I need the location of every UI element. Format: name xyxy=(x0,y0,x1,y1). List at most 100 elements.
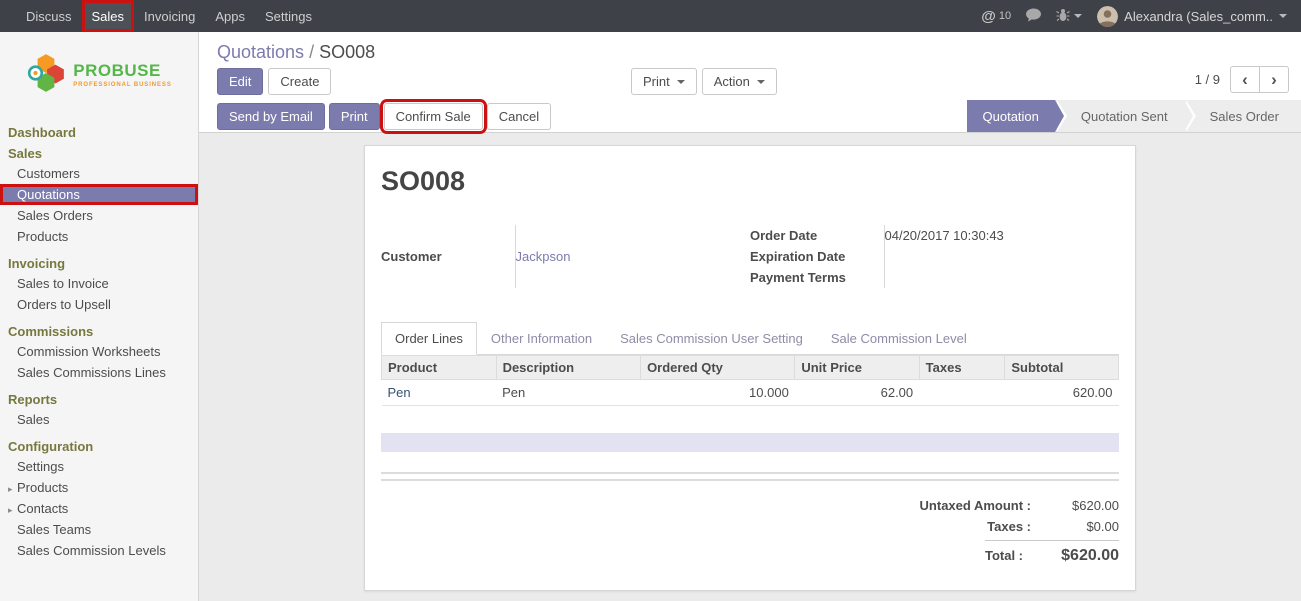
total-row: Total : $620.00 xyxy=(985,540,1119,566)
taxes-value: $0.00 xyxy=(1031,516,1119,537)
user-name-label: Alexandra (Sales_comm.. xyxy=(1124,9,1273,24)
status-sales-order[interactable]: Sales Order xyxy=(1184,100,1301,132)
separator-line xyxy=(381,472,1119,474)
chevron-right-icon: ▸ xyxy=(8,484,17,495)
notebook: Order Lines Other Information Sales Comm… xyxy=(381,322,1119,566)
cell-ordered-qty: 10.000 xyxy=(641,380,795,406)
sidebar-section-invoicing[interactable]: Invoicing xyxy=(0,252,198,273)
topbar-menu-settings[interactable]: Settings xyxy=(255,0,322,32)
topbar-menu-sales[interactable]: Sales xyxy=(82,0,135,32)
sidebar-section-sales[interactable]: Sales xyxy=(0,142,198,163)
debug-menu[interactable] xyxy=(1056,8,1082,25)
sidebar-item-sales-to-invoice[interactable]: Sales to Invoice xyxy=(0,273,198,294)
action-dropdown-button[interactable]: Action xyxy=(702,68,777,95)
print-button[interactable]: Print xyxy=(329,103,380,130)
send-by-email-button[interactable]: Send by Email xyxy=(217,103,325,130)
sidebar-item-dashboard[interactable]: Dashboard xyxy=(0,121,198,142)
main-panel: Quotations / SO008 Edit Create Print Act… xyxy=(199,32,1301,601)
activity-at-icon: @ xyxy=(981,8,996,25)
sidebar-item-sales-teams[interactable]: Sales Teams xyxy=(0,519,198,540)
taxes-label: Taxes : xyxy=(987,516,1031,537)
sidebar-item-sales-commission-levels[interactable]: Sales Commission Levels xyxy=(0,540,198,561)
topbar-systray: @ 10 xyxy=(981,0,1301,32)
app-sidebar: PROBUSE PROFESSIONAL BUSINESS Dashboard … xyxy=(0,32,199,601)
activity-menu[interactable]: @ 10 xyxy=(981,8,1011,25)
total-label: Total : xyxy=(985,545,1023,566)
notes-field-row xyxy=(381,433,1119,452)
sidebar-item-sales-orders[interactable]: Sales Orders xyxy=(0,205,198,226)
sidebar-section-configuration[interactable]: Configuration xyxy=(0,435,198,456)
messages-menu[interactable] xyxy=(1026,8,1041,25)
tab-order-lines[interactable]: Order Lines xyxy=(381,322,477,355)
confirm-sale-button[interactable]: Confirm Sale xyxy=(384,103,483,130)
sidebar-menu: Dashboard Sales Customers Quotations Sal… xyxy=(0,113,198,561)
tab-sale-commission-level[interactable]: Sale Commission Level xyxy=(817,322,981,355)
column-header-ordered-qty: Ordered Qty xyxy=(641,356,795,380)
sidebar-item-customers[interactable]: Customers xyxy=(0,163,198,184)
action-buttons: Print Action xyxy=(631,68,777,95)
payment-terms-value xyxy=(884,267,1119,288)
untaxed-amount-row: Untaxed Amount : $620.00 xyxy=(920,495,1119,516)
cell-product: Pen xyxy=(382,380,497,406)
caret-down-icon xyxy=(757,80,765,84)
cancel-button[interactable]: Cancel xyxy=(487,103,551,130)
document-sheet: SO008 Customer Jackpson Order Date 04/20… xyxy=(364,145,1136,591)
customer-value-link[interactable]: Jackpson xyxy=(515,225,750,288)
caret-down-icon xyxy=(1074,14,1082,18)
sidebar-item-sales-report[interactable]: Sales xyxy=(0,409,198,430)
bug-icon xyxy=(1056,8,1070,25)
column-header-taxes: Taxes xyxy=(919,356,1005,380)
sidebar-item-quotations[interactable]: Quotations xyxy=(0,184,198,205)
breadcrumb-current: SO008 xyxy=(319,42,375,62)
column-header-subtotal: Subtotal xyxy=(1005,356,1119,380)
record-buttons: Edit Create xyxy=(217,68,331,95)
breadcrumb-quotations-link[interactable]: Quotations xyxy=(217,42,304,62)
pager-counter: 1 / 9 xyxy=(1195,72,1220,87)
untaxed-amount-label: Untaxed Amount : xyxy=(920,495,1031,516)
edit-button[interactable]: Edit xyxy=(217,68,263,95)
cell-unit-price: 62.00 xyxy=(795,380,919,406)
user-menu[interactable]: Alexandra (Sales_comm.. xyxy=(1097,6,1287,27)
cell-description: Pen xyxy=(496,380,641,406)
separator-line xyxy=(381,479,1119,481)
sidebar-item-products[interactable]: Products xyxy=(0,226,198,247)
payment-terms-label: Payment Terms xyxy=(750,267,884,288)
caret-down-icon xyxy=(1279,14,1287,18)
pager-previous-button[interactable]: ‹ xyxy=(1230,66,1260,93)
sidebar-item-settings[interactable]: Settings xyxy=(0,456,198,477)
sidebar-item-label: Contacts xyxy=(17,501,68,516)
order-date-label: Order Date xyxy=(750,225,884,246)
sidebar-section-commissions[interactable]: Commissions xyxy=(0,320,198,341)
breadcrumb-separator: / xyxy=(309,42,314,62)
sidebar-item-commission-worksheets[interactable]: Commission Worksheets xyxy=(0,341,198,362)
order-lines-header-row: Product Description Ordered Qty Unit Pri… xyxy=(382,356,1119,380)
print-dropdown-button[interactable]: Print xyxy=(631,68,697,95)
caret-down-icon xyxy=(677,80,685,84)
workflow-buttons: Send by Email Print Confirm Sale Cancel xyxy=(217,103,551,130)
topbar-menu-invoicing[interactable]: Invoicing xyxy=(134,0,205,32)
sidebar-item-orders-to-upsell[interactable]: Orders to Upsell xyxy=(0,294,198,315)
untaxed-amount-value: $620.00 xyxy=(1031,495,1119,516)
sidebar-section-reports[interactable]: Reports xyxy=(0,388,198,409)
tab-sales-commission-user-setting[interactable]: Sales Commission User Setting xyxy=(606,322,817,355)
tab-other-information[interactable]: Other Information xyxy=(477,322,606,355)
sidebar-item-contacts[interactable]: ▸Contacts xyxy=(0,498,198,519)
field-groups: Customer Jackpson Order Date 04/20/2017 … xyxy=(381,225,1119,288)
user-avatar xyxy=(1097,6,1118,27)
right-field-group: Order Date 04/20/2017 10:30:43 Expiratio… xyxy=(750,225,1119,288)
topbar-menu-apps[interactable]: Apps xyxy=(205,0,255,32)
create-button[interactable]: Create xyxy=(268,68,331,95)
sidebar-item-products-config[interactable]: ▸Products xyxy=(0,477,198,498)
activity-count-badge: 10 xyxy=(999,10,1011,22)
sidebar-item-sales-commissions-lines[interactable]: Sales Commissions Lines xyxy=(0,362,198,383)
left-field-group: Customer Jackpson xyxy=(381,225,750,288)
topbar-menu-discuss[interactable]: Discuss xyxy=(16,0,82,32)
status-quotation-sent[interactable]: Quotation Sent xyxy=(1055,100,1184,132)
pager-next-button[interactable]: › xyxy=(1259,66,1289,93)
logo-subtitle: PROFESSIONAL BUSINESS xyxy=(73,82,171,88)
status-pipeline: Quotation Quotation Sent Sales Order xyxy=(967,100,1301,132)
order-line-row[interactable]: Pen Pen 10.000 62.00 620.00 xyxy=(382,380,1119,406)
customer-label: Customer xyxy=(381,225,515,288)
status-quotation[interactable]: Quotation xyxy=(967,100,1055,132)
topbar: Discuss Sales Invoicing Apps Settings @ … xyxy=(0,0,1301,32)
